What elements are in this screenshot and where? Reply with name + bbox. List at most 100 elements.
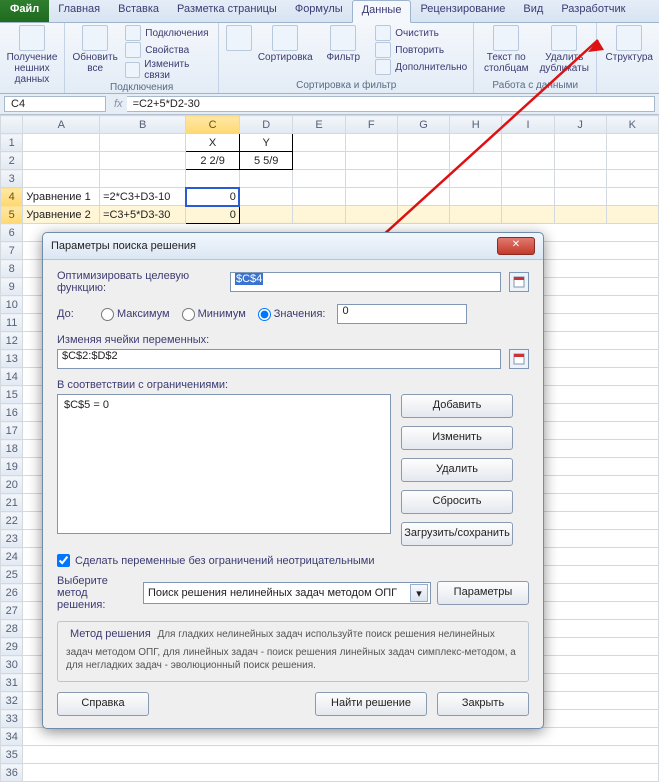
row-header[interactable]: 16	[1, 404, 23, 422]
tab-formulas[interactable]: Формулы	[286, 0, 352, 22]
edit-links-button[interactable]: Изменить связи	[125, 59, 212, 81]
row-header[interactable]: 8	[1, 260, 23, 278]
row-header[interactable]: 12	[1, 332, 23, 350]
properties-button[interactable]: Свойства	[125, 42, 212, 58]
cell[interactable]: 0	[186, 206, 240, 224]
objective-ref-button[interactable]	[509, 272, 529, 292]
reapply-button[interactable]: Повторить	[375, 42, 467, 58]
row-header[interactable]: 19	[1, 458, 23, 476]
cell[interactable]: Уравнение 1	[23, 188, 100, 206]
row-header[interactable]: 33	[1, 710, 23, 728]
row-header[interactable]: 1	[1, 134, 23, 152]
fx-icon[interactable]: fx	[110, 98, 127, 110]
params-button[interactable]: Параметры	[437, 581, 529, 605]
col-header-E[interactable]: E	[293, 116, 345, 134]
row-header[interactable]: 22	[1, 512, 23, 530]
tab-developer[interactable]: Разработчик	[552, 0, 634, 22]
col-header-J[interactable]: J	[554, 116, 606, 134]
row-header[interactable]: 26	[1, 584, 23, 602]
connections-button[interactable]: Подключения	[125, 25, 212, 41]
row-header[interactable]: 24	[1, 548, 23, 566]
row-header[interactable]: 9	[1, 278, 23, 296]
name-box[interactable]: C4	[4, 96, 106, 112]
row-header[interactable]: 34	[1, 728, 23, 746]
file-tab[interactable]: Файл	[0, 0, 49, 22]
row-header[interactable]: 31	[1, 674, 23, 692]
col-header-H[interactable]: H	[450, 116, 502, 134]
cell[interactable]: 5 5/9	[239, 152, 293, 170]
solve-button[interactable]: Найти решение	[315, 692, 427, 716]
outline-button[interactable]: Структура	[603, 25, 655, 63]
changing-ref-button[interactable]	[509, 349, 529, 369]
row-header[interactable]: 15	[1, 386, 23, 404]
row-header[interactable]: 17	[1, 422, 23, 440]
col-header-K[interactable]: K	[606, 116, 658, 134]
remove-duplicates-button[interactable]: Удалить дубликаты	[538, 25, 590, 74]
cell[interactable]: =C3+5*D3-30	[100, 206, 186, 224]
col-header-F[interactable]: F	[345, 116, 397, 134]
col-header-G[interactable]: G	[397, 116, 449, 134]
row-header[interactable]: 18	[1, 440, 23, 458]
cell[interactable]: =2*C3+D3-10	[100, 188, 186, 206]
clear-filter-button[interactable]: Очистить	[375, 25, 467, 41]
row-header[interactable]: 35	[1, 746, 23, 764]
close-button[interactable]: ✕	[497, 237, 535, 255]
row-header[interactable]: 28	[1, 620, 23, 638]
cell-active[interactable]: 0	[186, 188, 240, 206]
change-constraint-button[interactable]: Изменить	[401, 426, 513, 450]
row-header[interactable]: 27	[1, 602, 23, 620]
tab-data[interactable]: Данные	[352, 0, 412, 23]
cell[interactable]: Уравнение 2	[23, 206, 100, 224]
row-header[interactable]: 25	[1, 566, 23, 584]
refresh-all-button[interactable]: Обновить все	[71, 25, 119, 74]
radio-min[interactable]: Минимум	[182, 308, 246, 321]
tab-review[interactable]: Рецензирование	[411, 0, 514, 22]
row-header[interactable]: 5	[1, 206, 23, 224]
sort-button[interactable]: Сортировка	[259, 25, 311, 63]
col-header-B[interactable]: B	[100, 116, 186, 134]
changing-cells-input[interactable]: $C$2:$D$2	[57, 349, 501, 369]
cell[interactable]: 2 2/9	[186, 152, 240, 170]
constraints-list[interactable]: $C$5 = 0	[57, 394, 391, 534]
tab-insert[interactable]: Вставка	[109, 0, 168, 22]
get-external-data-button[interactable]: Получение нешних данных	[6, 25, 58, 85]
help-button[interactable]: Справка	[57, 692, 149, 716]
col-header-C[interactable]: C	[186, 116, 240, 134]
reset-button[interactable]: Сбросить	[401, 490, 513, 514]
value-input[interactable]: 0	[337, 304, 467, 324]
constraint-item[interactable]: $C$5 = 0	[64, 399, 384, 411]
radio-max[interactable]: Максимум	[101, 308, 170, 321]
advanced-button[interactable]: Дополнительно	[375, 59, 467, 75]
row-header[interactable]: 14	[1, 368, 23, 386]
add-constraint-button[interactable]: Добавить	[401, 394, 513, 418]
dialog-titlebar[interactable]: Параметры поиска решения ✕	[43, 233, 543, 260]
delete-constraint-button[interactable]: Удалить	[401, 458, 513, 482]
method-combo[interactable]: Поиск решения нелинейных задач методом О…	[143, 582, 431, 604]
cell[interactable]: Y	[239, 134, 293, 152]
row-header[interactable]: 11	[1, 314, 23, 332]
row-header[interactable]: 4	[1, 188, 23, 206]
row-header[interactable]: 29	[1, 638, 23, 656]
col-header-A[interactable]: A	[23, 116, 100, 134]
nonneg-checkbox[interactable]	[57, 554, 70, 567]
load-save-button[interactable]: Загрузить/сохранить	[401, 522, 513, 546]
row-header[interactable]: 10	[1, 296, 23, 314]
tab-home[interactable]: Главная	[49, 0, 109, 22]
col-header-I[interactable]: I	[502, 116, 554, 134]
cell[interactable]: X	[186, 134, 240, 152]
row-header[interactable]: 13	[1, 350, 23, 368]
row-header[interactable]: 3	[1, 170, 23, 188]
row-header[interactable]: 2	[1, 152, 23, 170]
tab-view[interactable]: Вид	[514, 0, 552, 22]
filter-button[interactable]: Фильтр	[317, 25, 369, 63]
tab-page-layout[interactable]: Разметка страницы	[168, 0, 286, 22]
select-all-corner[interactable]	[1, 116, 23, 134]
text-to-columns-button[interactable]: Текст по столбцам	[480, 25, 532, 74]
objective-input[interactable]: $C$4	[230, 272, 501, 292]
radio-value[interactable]: Значения:	[258, 308, 326, 321]
row-header[interactable]: 32	[1, 692, 23, 710]
formula-input[interactable]: =C2+5*D2-30	[127, 96, 655, 112]
row-header[interactable]: 30	[1, 656, 23, 674]
row-header[interactable]: 23	[1, 530, 23, 548]
row-header[interactable]: 7	[1, 242, 23, 260]
